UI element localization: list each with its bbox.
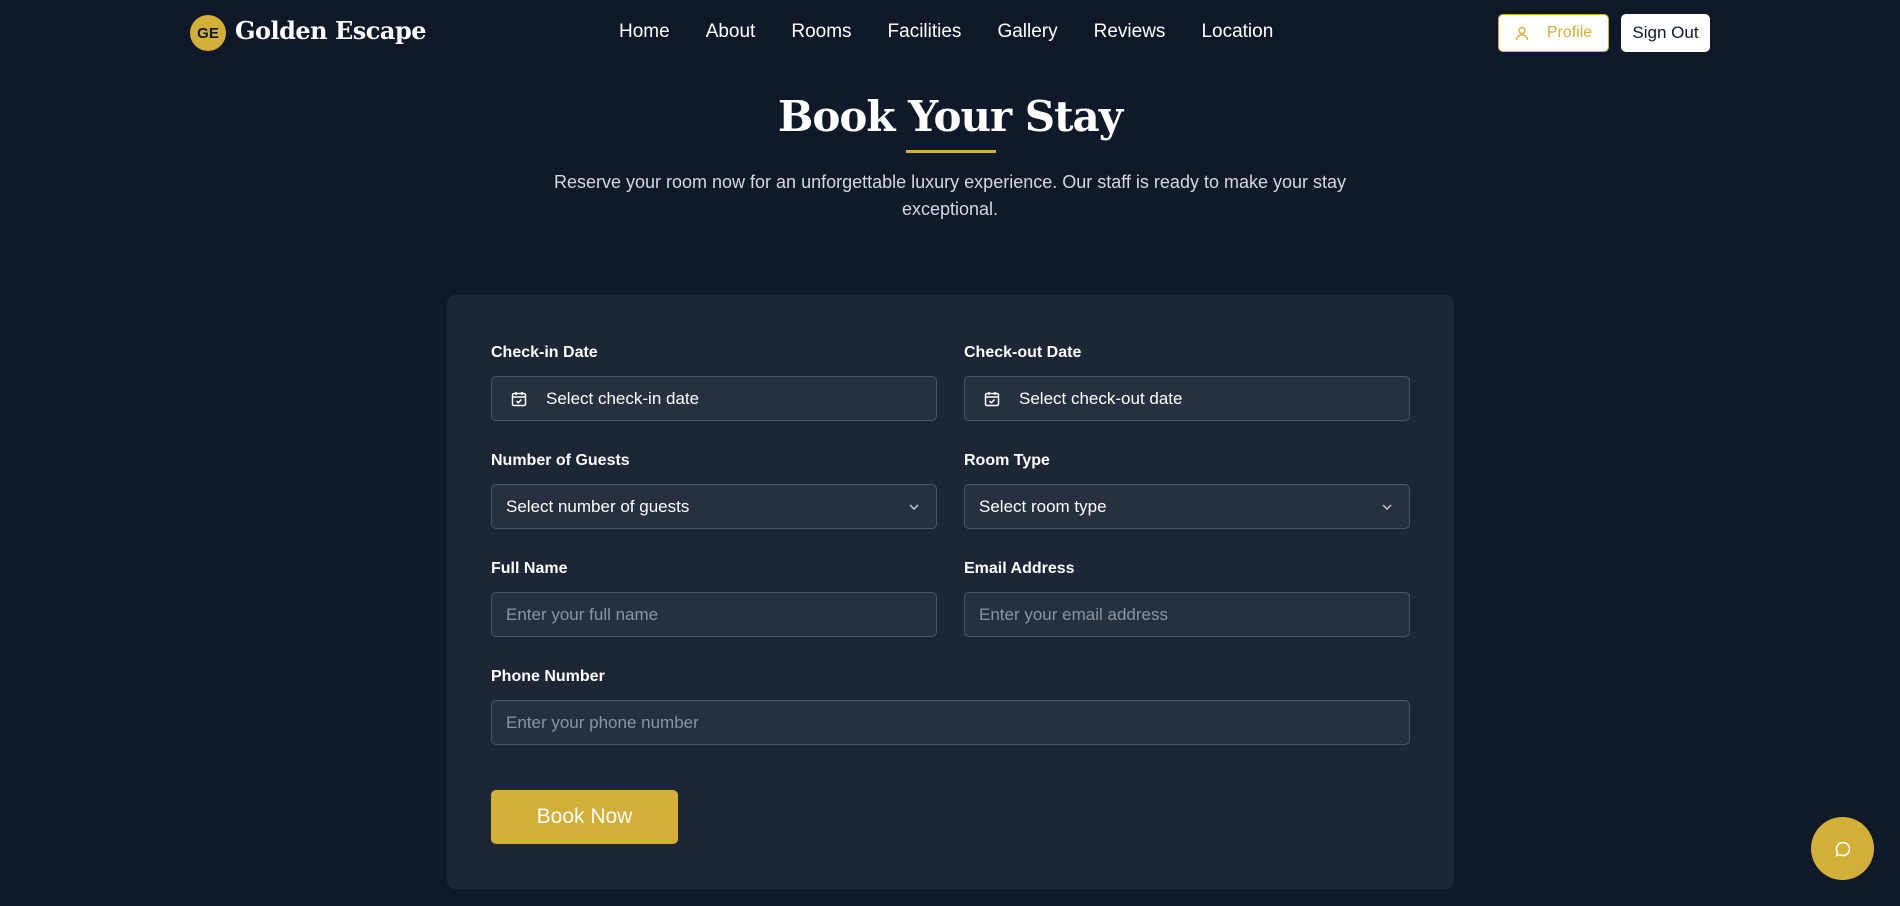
guests-select-value: Select number of guests (506, 496, 690, 516)
profile-label: Profile (1546, 24, 1593, 41)
nav-link-location[interactable]: Location (1201, 21, 1273, 43)
main-nav: Home About Rooms Facilities Gallery Revi… (619, 21, 1273, 43)
full-name-placeholder: Enter your full name (506, 604, 659, 624)
nav-link-rooms[interactable]: Rooms (791, 21, 851, 43)
calendar-icon (983, 390, 1001, 408)
guests-label: Number of Guests (491, 452, 630, 469)
chevron-down-icon (906, 499, 922, 515)
checkout-label: Check-out Date (964, 344, 1082, 361)
nav-link-home[interactable]: Home (619, 21, 670, 43)
user-icon (1515, 26, 1529, 41)
room-type-label: Room Type (964, 452, 1050, 469)
sign-out-button[interactable]: Sign Out (1621, 14, 1710, 52)
room-type-select[interactable]: Select room type (964, 484, 1410, 529)
profile-button[interactable]: Profile (1498, 14, 1609, 52)
nav-link-about[interactable]: About (706, 21, 756, 43)
logo-badge[interactable]: GE (190, 15, 226, 51)
nav-link-gallery[interactable]: Gallery (997, 21, 1057, 43)
chevron-down-icon (1379, 499, 1395, 515)
chat-button[interactable] (1811, 817, 1874, 880)
page-subtitle: Reserve your room now for an unforgettab… (553, 172, 1347, 219)
nav-link-facilities[interactable]: Facilities (888, 21, 962, 43)
room-type-select-value: Select room type (979, 496, 1107, 516)
email-label: Email Address (964, 560, 1075, 577)
checkin-label: Check-in Date (491, 344, 598, 361)
checkin-date-value: Select check-in date (546, 388, 700, 408)
full-name-input[interactable]: Enter your full name (491, 592, 937, 637)
phone-placeholder: Enter your phone number (506, 712, 699, 732)
full-name-label: Full Name (491, 560, 568, 577)
page-title: Book Your Stay (777, 92, 1123, 141)
book-now-button[interactable]: Book Now (491, 790, 678, 844)
nav-link-reviews[interactable]: Reviews (1094, 21, 1166, 43)
phone-input[interactable]: Enter your phone number (491, 700, 1410, 745)
booking-form: Check-in Date Select check-in date Check… (447, 295, 1454, 889)
phone-label: Phone Number (491, 668, 605, 685)
title-underline (906, 150, 996, 153)
email-input[interactable]: Enter your email address (964, 592, 1410, 637)
calendar-icon (510, 390, 528, 408)
checkin-date-field[interactable]: Select check-in date (491, 376, 937, 421)
guests-select[interactable]: Select number of guests (491, 484, 937, 529)
navbar: GE Golden Escape Home About Rooms Facili… (0, 0, 1900, 66)
checkout-date-value: Select check-out date (1019, 388, 1183, 408)
email-placeholder: Enter your email address (979, 604, 1168, 624)
chat-icon (1833, 839, 1853, 859)
logo-text[interactable]: Golden Escape (235, 16, 427, 45)
checkout-date-field[interactable]: Select check-out date (964, 376, 1410, 421)
